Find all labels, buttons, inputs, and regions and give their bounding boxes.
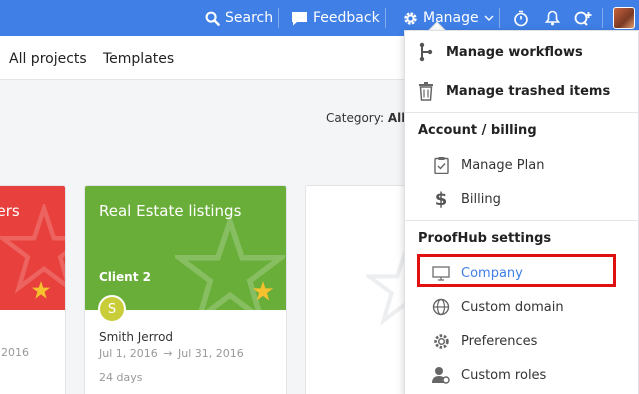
dollar-icon: $ — [434, 188, 448, 210]
user-settings-icon — [430, 366, 452, 384]
user-avatar[interactable] — [613, 7, 635, 29]
search-icon — [205, 11, 220, 26]
tab-all-projects[interactable]: All projects — [9, 51, 87, 67]
menu-label: Manage workflows — [446, 44, 583, 60]
menu-item-billing[interactable]: $ Billing — [430, 188, 639, 210]
timer-icon — [513, 10, 529, 27]
project-card[interactable]: pers 2016 — [0, 185, 66, 394]
tab-templates[interactable]: Templates — [103, 51, 174, 67]
menu-label: Preferences — [461, 333, 538, 349]
card-header: Real Estate listings Client 2 — [85, 186, 286, 326]
divider — [602, 8, 603, 28]
feedback-label: Feedback — [313, 10, 380, 26]
feedback-button[interactable]: Feedback — [291, 0, 380, 36]
favorite-star-icon[interactable] — [31, 280, 51, 304]
menu-divider — [405, 112, 639, 113]
menu-label: Billing — [461, 191, 501, 207]
card-duration: 24 days — [99, 371, 143, 384]
menu-label: Manage Plan — [461, 157, 545, 173]
start-date: Jul 1, 2016 — [99, 347, 158, 360]
menu-section-settings: ProofHub settings — [418, 231, 552, 246]
menu-item-manage-trashed[interactable]: Manage trashed items — [415, 80, 639, 102]
menu-item-custom-roles[interactable]: Custom roles — [430, 364, 639, 386]
search-button[interactable]: Search — [205, 0, 273, 36]
divider — [278, 8, 279, 28]
category-label: Category: — [326, 111, 384, 125]
feedback-icon — [291, 11, 308, 26]
divider — [385, 8, 386, 28]
quick-add-icon — [574, 10, 592, 26]
card-header: pers — [0, 186, 65, 310]
card-title: pers — [0, 202, 20, 220]
star-watermark-icon — [175, 216, 285, 326]
manage-label: Manage — [423, 10, 479, 26]
chevron-down-icon — [484, 15, 494, 22]
menu-item-manage-workflows[interactable]: Manage workflows — [415, 41, 639, 63]
company-highlight-box — [417, 254, 616, 287]
trash-icon — [415, 81, 437, 101]
clipboard-icon — [430, 156, 452, 174]
menu-item-custom-domain[interactable]: Custom domain — [430, 296, 639, 318]
gear-icon — [403, 11, 418, 26]
menu-section-account: Account / billing — [418, 123, 537, 138]
card-dates: Jul 1, 2016 → Jul 31, 2016 — [99, 347, 244, 360]
divider — [499, 8, 500, 28]
arrow-right-icon: → — [163, 347, 173, 360]
assignee-avatar[interactable]: S — [98, 295, 126, 323]
menu-label: Custom domain — [461, 299, 564, 315]
card-owner: Smith Jerrod — [99, 330, 174, 344]
menu-divider — [405, 220, 639, 221]
category-filter[interactable]: Category: All — [326, 111, 405, 125]
manage-dropdown-menu: Manage workflows Manage trashed items Ac… — [404, 30, 639, 394]
search-label: Search — [225, 10, 274, 26]
bell-icon — [545, 10, 560, 26]
gear-icon — [430, 333, 452, 350]
project-card-real-estate[interactable]: Real Estate listings Client 2 S Smith Je… — [84, 185, 287, 394]
menu-item-preferences[interactable]: Preferences — [430, 330, 639, 352]
card-date: 2016 — [1, 346, 29, 359]
card-title: Real Estate listings — [99, 202, 242, 220]
category-value: All — [387, 111, 406, 125]
menu-label: Custom roles — [461, 367, 547, 383]
card-client: Client 2 — [99, 270, 151, 284]
menu-item-manage-plan[interactable]: Manage Plan — [430, 154, 639, 176]
workflow-icon — [415, 42, 437, 62]
menu-label: Manage trashed items — [446, 83, 611, 99]
favorite-star-icon[interactable] — [252, 280, 274, 306]
globe-icon — [430, 298, 452, 316]
end-date: Jul 31, 2016 — [177, 347, 244, 360]
